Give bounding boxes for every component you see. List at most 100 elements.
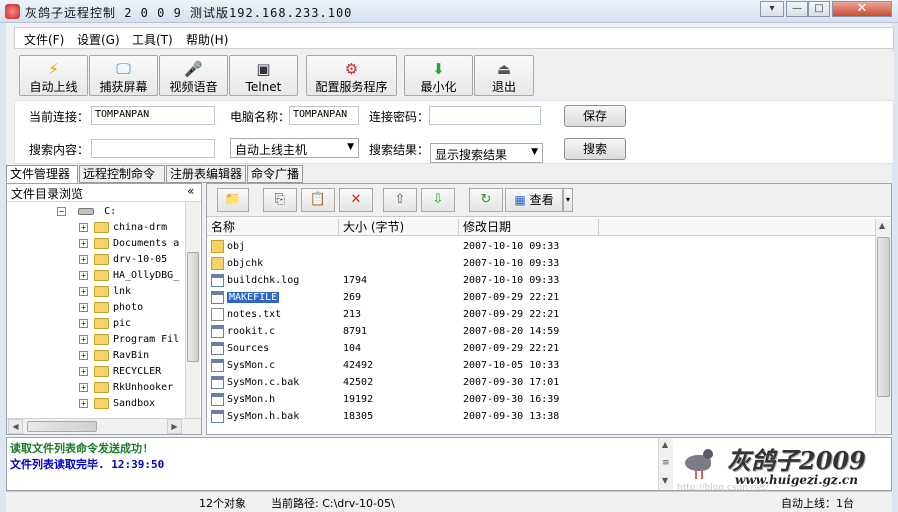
expand-icon[interactable]: + (79, 382, 88, 392)
search-result-select[interactable]: 显示搜索结果 ▼ (430, 143, 543, 163)
capture-screen-button[interactable]: 🖵 捕获屏幕 (89, 55, 158, 96)
password-field[interactable] (429, 106, 541, 125)
scroll-up-icon[interactable]: ▲ (662, 440, 668, 449)
tree-scroll-thumb[interactable] (187, 252, 199, 362)
file-row[interactable]: SysMon.h 19192 2007-09-30 16:39 (207, 391, 875, 408)
tab-command-broadcast[interactable]: 命令广播 (247, 165, 303, 183)
view-button[interactable]: ▦ 查看 (505, 188, 563, 212)
expand-icon[interactable]: + (79, 286, 88, 296)
tree-item[interactable]: + lnk (79, 284, 131, 300)
save-button[interactable]: 保存 (564, 105, 626, 127)
refresh-button[interactable]: ↻ (469, 188, 503, 212)
tab-registry-editor[interactable]: 注册表编辑器 (166, 165, 246, 183)
scroll-down-icon[interactable]: ▼ (662, 476, 668, 485)
expand-icon[interactable]: + (79, 350, 88, 360)
download-button[interactable]: ⇩ (421, 188, 455, 212)
expand-icon[interactable]: + (79, 222, 88, 232)
auto-online-button[interactable]: ⚡ 自动上线 (19, 55, 88, 96)
file-icon (211, 358, 224, 372)
maximize-window-button[interactable]: □ (808, 1, 830, 17)
tree-item[interactable]: + Program Fil (79, 332, 179, 348)
minimize-app-button[interactable]: ⬇ 最小化 (404, 55, 473, 96)
tree-item[interactable]: + RavBin (79, 348, 149, 364)
file-size: 104 (343, 343, 362, 354)
view-dropdown-button[interactable]: ▾ (563, 188, 573, 212)
computer-name-field[interactable]: TOMPANPAN (289, 106, 359, 125)
telnet-button[interactable]: ▣ Telnet (229, 55, 298, 96)
file-row[interactable]: rookit.c 8791 2007-08-20 14:59 (207, 323, 875, 340)
copy-button[interactable]: ⎘ (263, 188, 297, 212)
file-row[interactable]: SysMon.h.bak 18305 2007-09-30 13:38 (207, 408, 875, 425)
tree-hscroll-thumb[interactable] (27, 421, 97, 432)
column-size[interactable]: 大小 (字节) (339, 219, 459, 236)
auto-online-host-select[interactable]: 自动上线主机 ▼ (230, 138, 359, 158)
expand-icon[interactable]: + (79, 238, 88, 248)
expand-icon[interactable]: + (79, 302, 88, 312)
file-row[interactable]: objchk 2007-10-10 09:33 (207, 255, 875, 272)
tree-vertical-scrollbar[interactable] (185, 202, 200, 418)
scroll-right-icon[interactable]: ▶ (167, 419, 182, 434)
delete-button[interactable]: ✕ (339, 188, 373, 212)
expand-icon[interactable]: + (79, 334, 88, 344)
tree-item[interactable]: + photo (79, 300, 143, 316)
menu-file[interactable]: 文件(F) (24, 31, 64, 48)
log-scrollbar[interactable]: ▲ ≡ ▼ (658, 438, 673, 490)
collapse-pane-icon[interactable]: « (187, 184, 194, 198)
file-icon (211, 375, 224, 389)
file-list-scrollbar[interactable]: ▲ (875, 219, 891, 433)
minimize-window-button[interactable]: — (786, 1, 808, 17)
close-window-button[interactable]: ✕ (832, 1, 892, 17)
tree-item[interactable]: + Sandbox (79, 396, 155, 412)
tree-item[interactable]: + RkUnhooker (79, 380, 173, 396)
chevron-down-icon: ▾ (565, 195, 570, 204)
file-row[interactable]: SysMon.c.bak 42502 2007-09-30 17:01 (207, 374, 875, 391)
expand-icon[interactable]: + (79, 270, 88, 280)
tree-item[interactable]: + RECYCLER (79, 364, 161, 380)
scroll-left-icon[interactable]: ◀ (8, 419, 23, 434)
file-row[interactable]: notes.txt 213 2007-09-29 22:21 (207, 306, 875, 323)
file-row[interactable]: Sources 104 2007-09-29 22:21 (207, 340, 875, 357)
paste-button[interactable]: 📋 (301, 188, 335, 212)
video-voice-button[interactable]: 🎤 视频语音 (159, 55, 228, 96)
file-row[interactable]: buildchk.log 1794 2007-10-10 09:33 (207, 272, 875, 289)
expand-icon[interactable]: + (79, 254, 88, 264)
tree-item-label: HA_OllyDBG_ (113, 270, 180, 281)
tree-item[interactable]: + pic (79, 316, 131, 332)
window-menu-button[interactable]: ▾ (760, 1, 784, 17)
tree-item[interactable]: + Documents a (79, 236, 179, 252)
tree-root-drive[interactable]: − C: (57, 204, 116, 220)
tree-item[interactable]: + HA_OllyDBG_ (79, 268, 179, 284)
collapse-icon[interactable]: − (57, 206, 66, 216)
file-name: SysMon.c.bak (227, 377, 300, 388)
menu-tools[interactable]: 工具(T) (132, 31, 173, 48)
file-scroll-thumb[interactable] (877, 237, 890, 397)
file-row[interactable]: obj 2007-10-10 09:33 (207, 238, 875, 255)
up-folder-button[interactable]: 📁 (217, 188, 249, 212)
tab-remote-command[interactable]: 远程控制命令 (79, 165, 165, 183)
column-date[interactable]: 修改日期 (459, 219, 599, 236)
file-row[interactable]: SysMon.c 42492 2007-10-05 10:33 (207, 357, 875, 374)
scroll-up-icon[interactable]: ▲ (879, 221, 885, 230)
config-server-button[interactable]: ⚙ 配置服务程序 (306, 55, 397, 96)
scroll-grip-icon[interactable]: ≡ (662, 458, 670, 468)
expand-icon[interactable]: + (79, 318, 88, 328)
expand-icon[interactable]: + (79, 366, 88, 376)
tree-item[interactable]: + drv-10-05 (79, 252, 167, 268)
tree-item-label: RavBin (113, 350, 150, 361)
folder-icon (94, 269, 109, 281)
menu-settings[interactable]: 设置(G) (77, 31, 120, 48)
exit-button[interactable]: ⏏ 退出 (474, 55, 534, 96)
tree-item-label: lnk (113, 286, 132, 297)
tree-horizontal-scrollbar[interactable]: ◀ ▶ (7, 418, 201, 434)
file-row[interactable]: MAKEFILE 269 2007-09-29 22:21 (207, 289, 875, 306)
current-connection-field[interactable]: TOMPANPAN (91, 106, 215, 125)
expand-icon[interactable]: + (79, 398, 88, 408)
file-icon (211, 341, 224, 355)
tab-file-manager[interactable]: 文件管理器 (6, 165, 78, 183)
tree-item[interactable]: + china-drm (79, 220, 167, 236)
search-button[interactable]: 搜索 (564, 138, 626, 160)
menu-help[interactable]: 帮助(H) (186, 31, 228, 48)
column-name[interactable]: 名称 (207, 219, 339, 236)
upload-button[interactable]: ⇧ (383, 188, 417, 212)
search-input[interactable] (91, 139, 215, 158)
